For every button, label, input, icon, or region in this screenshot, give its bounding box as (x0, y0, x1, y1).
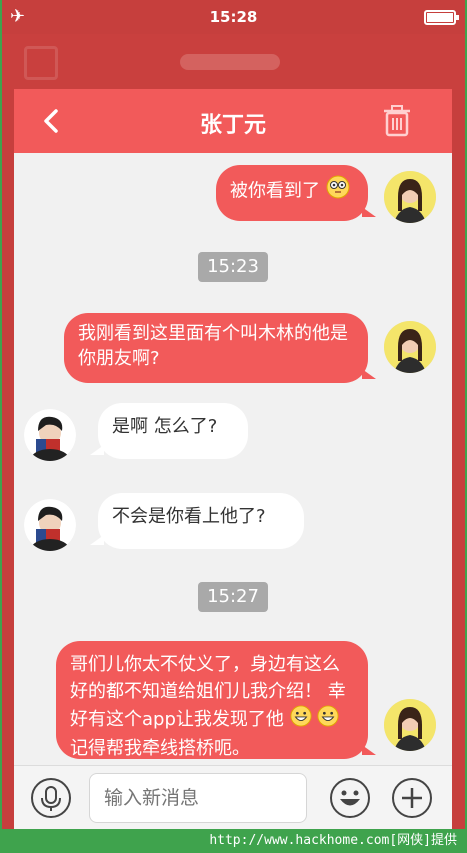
watermark: http://www.hackhome.com[网侠]提供 (0, 829, 467, 853)
message-row: 我刚看到这里面有个叫木林的他是你朋友啊? (14, 313, 452, 387)
avatar-contact[interactable] (24, 499, 76, 551)
delete-button[interactable] (382, 105, 412, 141)
message-row: 被你看到了 (14, 165, 452, 229)
voice-button[interactable] (31, 778, 71, 818)
flushed-emoji-icon (326, 175, 350, 208)
avatar-me[interactable] (384, 699, 436, 751)
message-row: 不会是你看上他了? (14, 493, 452, 557)
avatar-contact[interactable] (24, 409, 76, 461)
timestamp-badge: 15:23 (198, 252, 268, 282)
avatar-me[interactable] (384, 321, 436, 373)
incoming-bubble[interactable]: 不会是你看上他了? (90, 493, 304, 549)
chat-header: 张丁元 (14, 89, 452, 153)
avatar-me[interactable] (384, 171, 436, 223)
status-time: 15:28 (209, 8, 258, 26)
outgoing-bubble[interactable]: 被你看到了 (216, 165, 376, 221)
battery-icon (424, 10, 459, 25)
more-button[interactable] (392, 778, 432, 818)
message-text: 被你看到了 (230, 180, 320, 202)
status-bar: ✈ 15:28 (2, 0, 465, 34)
outgoing-bubble[interactable]: 我刚看到这里面有个叫木林的他是你朋友啊? (64, 313, 376, 383)
message-row: 哥们儿你太不仗义了，身边有这么好的都不知道给姐们儿我介绍！ 幸好有这个app让我… (14, 641, 452, 765)
microphone-icon (41, 786, 61, 811)
emoji-button[interactable] (330, 778, 370, 818)
message-text: 是啊 怎么了? (112, 416, 218, 437)
message-input[interactable] (89, 773, 307, 823)
grinning-emoji-icon (290, 705, 312, 735)
message-text-tail: 记得帮我牵线搭桥呃。 (70, 738, 250, 759)
grinning-emoji-icon (317, 705, 339, 735)
message-text: 不会是你看上他了? (112, 506, 266, 527)
message-row: 是啊 怎么了? (14, 403, 452, 467)
message-text: 我刚看到这里面有个叫木林的他是你朋友啊? (78, 323, 348, 369)
chat-panel: 张丁元 被你看到了 15:23 我刚看到这里面有个叫木林的他是你朋友啊? 是啊 … (14, 89, 452, 829)
message-list[interactable]: 被你看到了 15:23 我刚看到这里面有个叫木林的他是你朋友啊? 是啊 怎么了?… (14, 153, 452, 765)
outgoing-bubble[interactable]: 哥们儿你太不仗义了，身边有这么好的都不知道给姐们儿我介绍！ 幸好有这个app让我… (56, 641, 376, 759)
trash-icon (384, 105, 410, 137)
background-header (2, 34, 465, 90)
plus-icon (402, 788, 422, 808)
smiley-icon (340, 790, 360, 806)
timestamp-badge: 15:27 (198, 582, 268, 612)
phone-screen: ✈ 15:28 张丁元 被你看到了 15:23 我刚看到这里面有个叫木林的他是你… (2, 0, 465, 829)
blurred-icon (24, 46, 58, 80)
input-bar (14, 765, 452, 829)
incoming-bubble[interactable]: 是啊 怎么了? (90, 403, 248, 459)
blurred-title (180, 54, 280, 70)
